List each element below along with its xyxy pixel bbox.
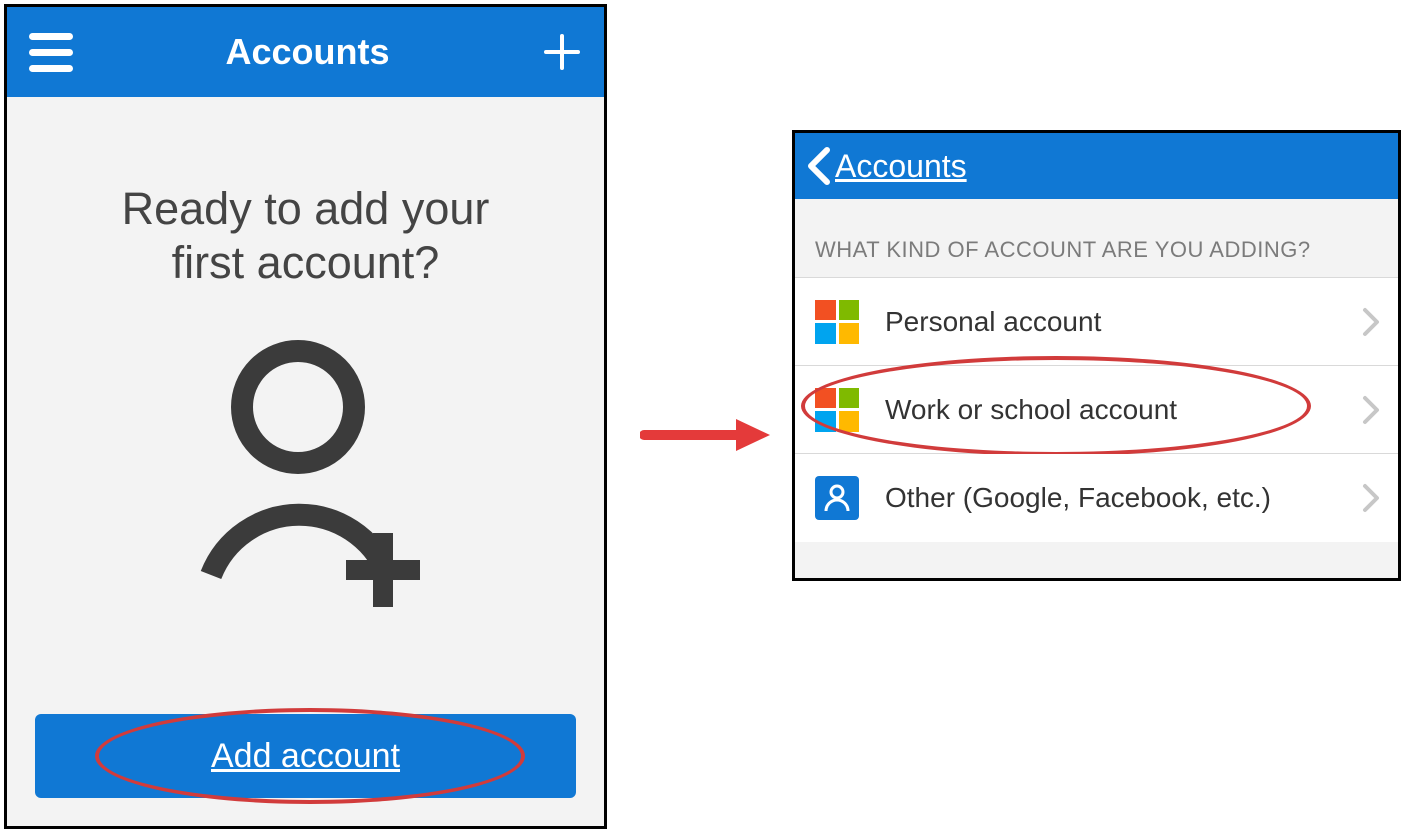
person-add-icon [186,330,426,620]
account-type-screen: Accounts WHAT KIND OF ACCOUNT ARE YOU AD… [792,130,1401,581]
empty-state-title: Ready to add your first account? [122,182,490,290]
back-icon[interactable] [805,146,833,186]
option-label: Personal account [885,306,1362,338]
option-work-school-account[interactable]: Work or school account [795,366,1398,454]
menu-icon[interactable] [29,30,73,74]
option-label: Other (Google, Facebook, etc.) [885,482,1362,514]
back-label[interactable]: Accounts [835,148,967,185]
header-bar: Accounts [795,133,1398,199]
option-other-account[interactable]: Other (Google, Facebook, etc.) [795,454,1398,542]
page-title: Accounts [225,31,389,73]
section-header: WHAT KIND OF ACCOUNT ARE YOU ADDING? [795,199,1398,277]
annotation-arrow [640,415,770,455]
chevron-right-icon [1362,307,1380,337]
microsoft-logo-icon [815,300,859,344]
header-bar: Accounts [7,7,604,97]
prompt-line-2: first account? [172,237,440,288]
prompt-line-1: Ready to add your [122,183,490,234]
accounts-home-screen: Accounts Ready to add your first account… [4,4,607,829]
account-type-list: Personal account Work or school account [795,277,1398,542]
add-account-button[interactable]: Add account [35,714,576,798]
chevron-right-icon [1362,483,1380,513]
option-label: Work or school account [885,394,1362,426]
chevron-right-icon [1362,395,1380,425]
empty-state: Ready to add your first account? [7,97,604,714]
option-personal-account[interactable]: Personal account [795,278,1398,366]
microsoft-logo-icon [815,388,859,432]
person-icon [815,476,859,520]
add-account-button-wrap: Add account [35,714,576,798]
add-icon[interactable] [542,32,582,72]
